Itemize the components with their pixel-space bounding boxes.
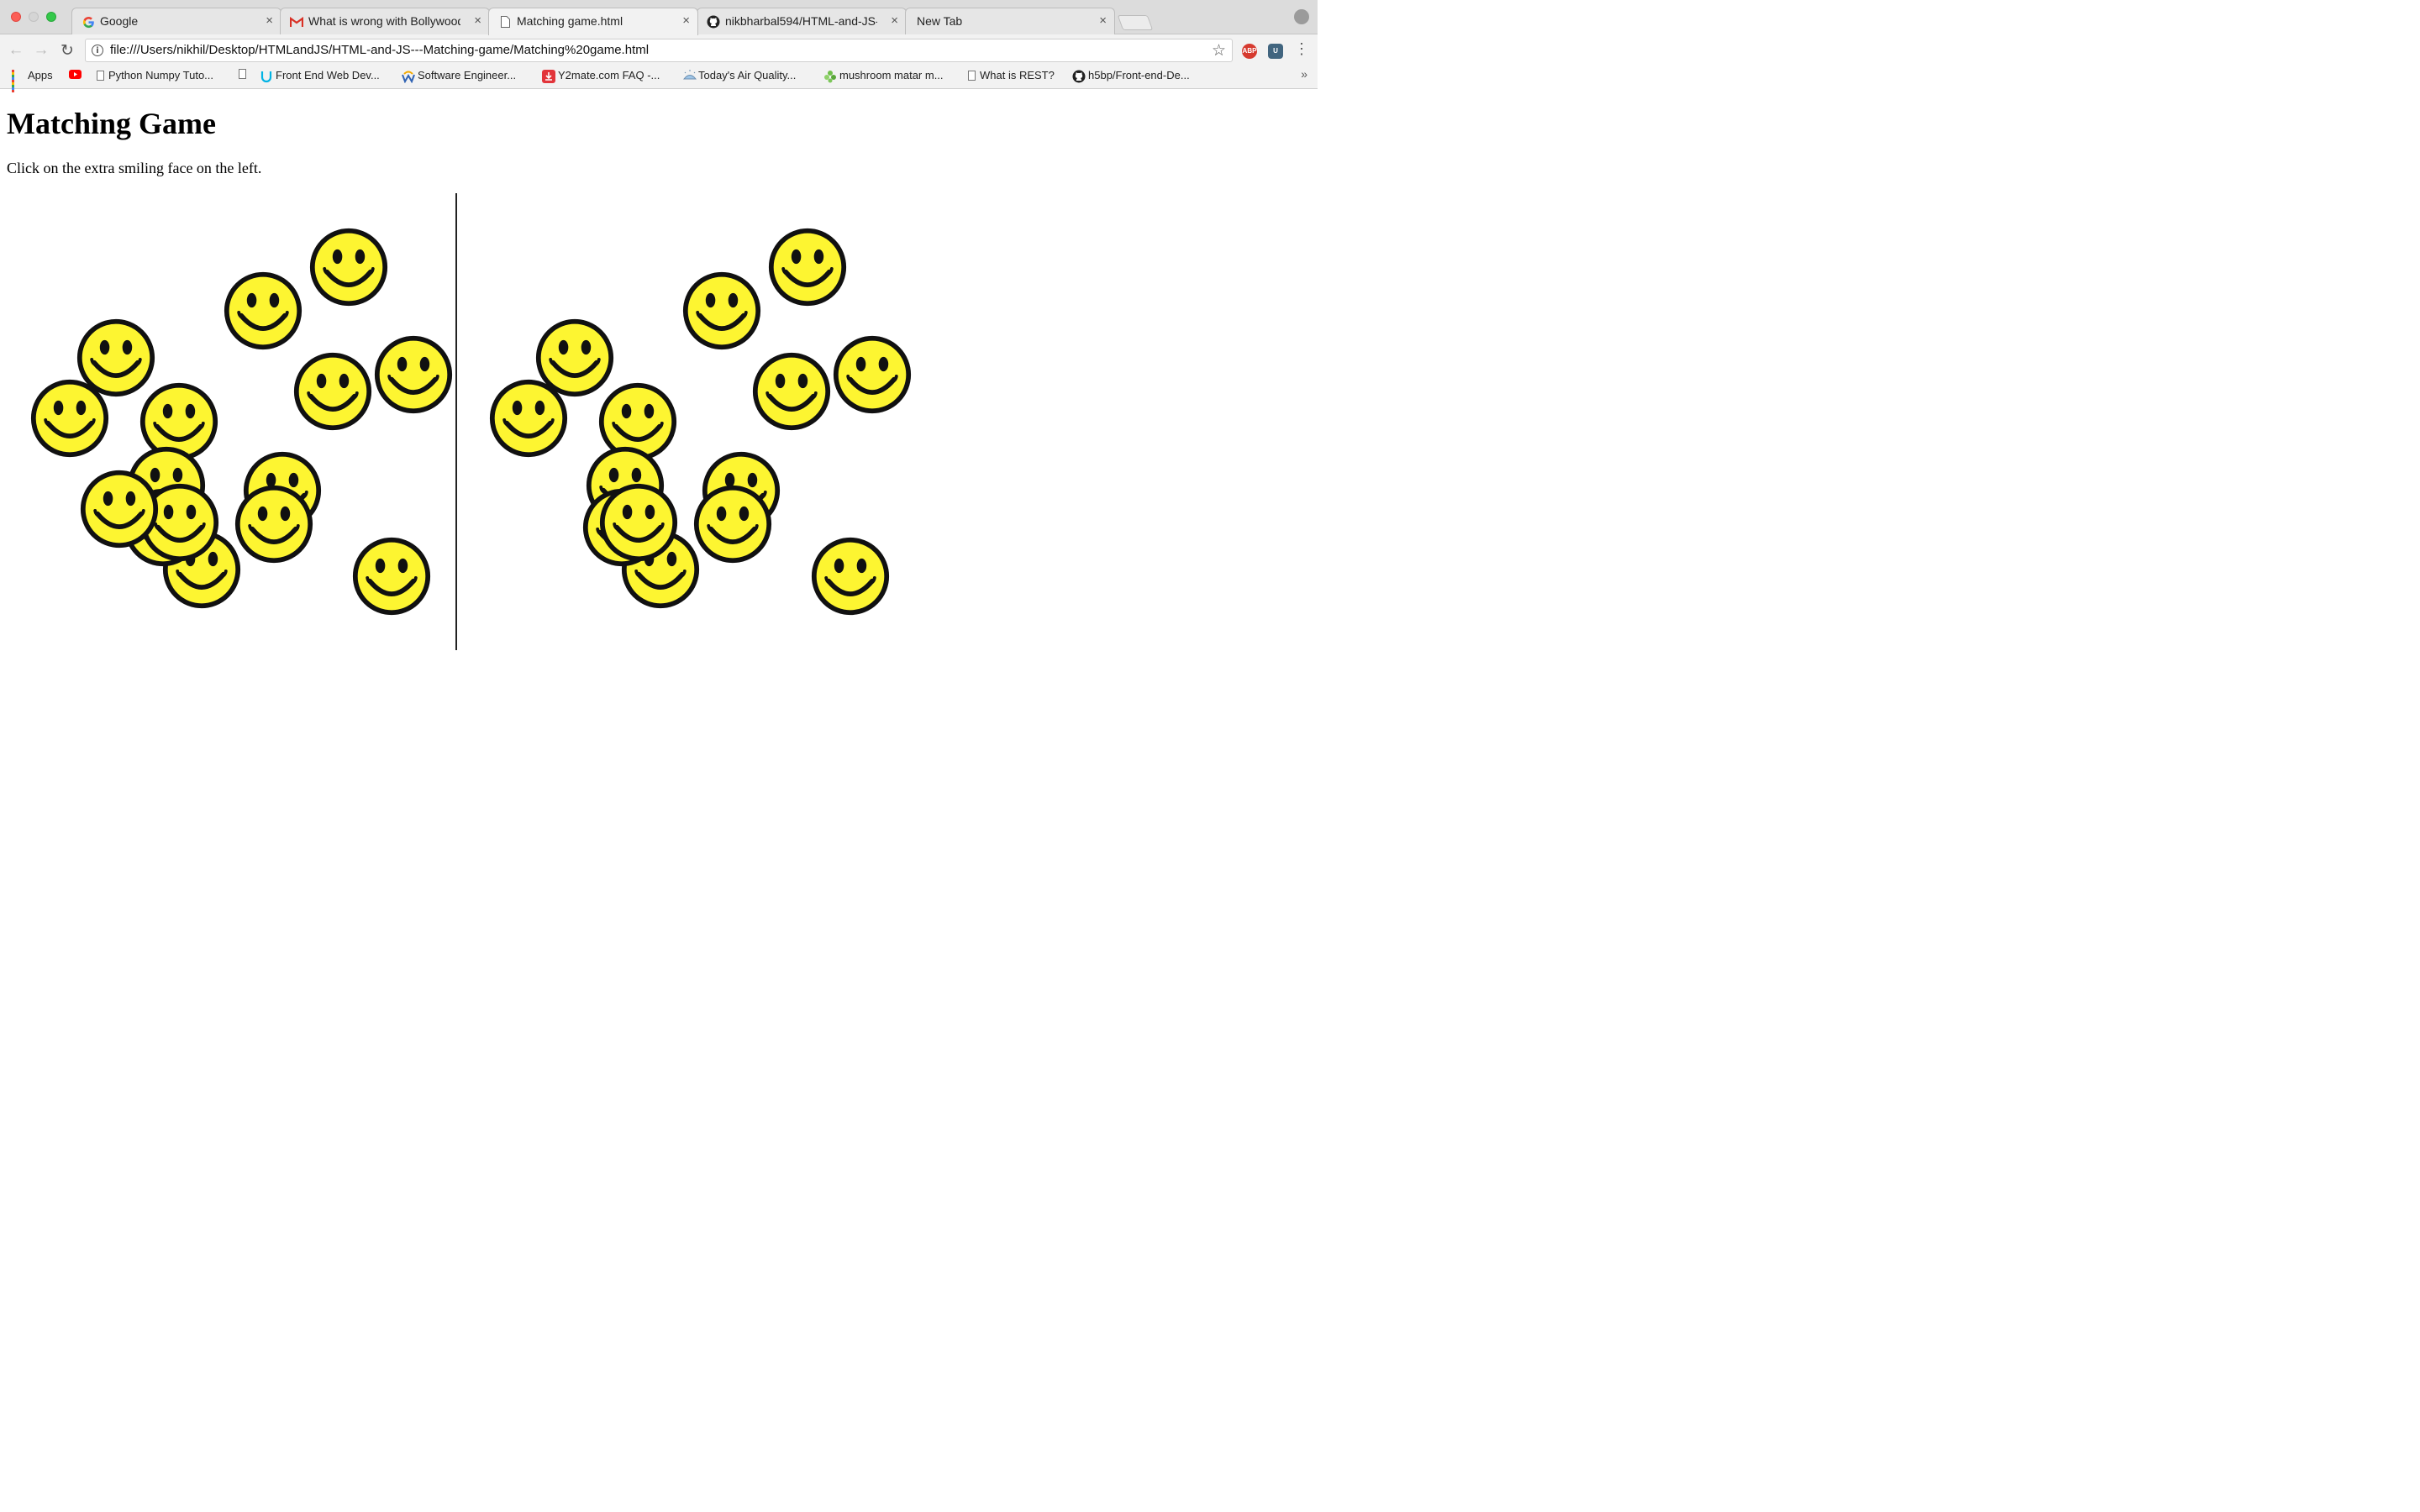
right-board xyxy=(459,193,916,650)
left-board[interactable] xyxy=(0,193,457,650)
smiley-face-icon xyxy=(751,351,832,432)
document-icon xyxy=(498,15,512,29)
bookmark-label: mushroom matar m... xyxy=(839,69,944,81)
w-icon xyxy=(402,70,415,83)
bookmark-label: Software Engineer... xyxy=(418,69,517,81)
smiley-face-icon xyxy=(832,334,913,415)
tab-gmail[interactable]: What is wrong with Bollywood? × xyxy=(280,8,490,34)
browser-menu-icon[interactable]: ⋮ xyxy=(1294,40,1309,58)
smiley-face-icon xyxy=(767,227,848,307)
smiley-face-icon xyxy=(692,484,773,564)
window-minimize-button[interactable] xyxy=(29,12,39,22)
tab-close-icon[interactable]: × xyxy=(682,13,690,28)
bookmark-label: Today's Air Quality... xyxy=(698,69,797,81)
tab-title: New Tab xyxy=(917,14,963,28)
site-info-icon[interactable]: i xyxy=(92,45,103,56)
tab-close-icon[interactable]: × xyxy=(266,13,273,28)
new-tab-button[interactable] xyxy=(1117,15,1154,30)
instructions-text: Click on the extra smiling face on the l… xyxy=(7,160,262,176)
smiley-face-icon xyxy=(351,536,432,617)
tab-strip: Google × What is wrong with Bollywood? ×… xyxy=(0,0,1318,35)
download-icon xyxy=(542,69,555,83)
bookmark-youtube[interactable] xyxy=(69,69,82,81)
back-arrow-icon[interactable]: ← xyxy=(7,41,25,60)
bookmark-blank-doc[interactable] xyxy=(239,69,246,79)
tab-close-icon[interactable]: × xyxy=(474,13,481,28)
document-icon xyxy=(239,69,246,79)
bookmark-front-end-web-dev[interactable]: Front End Web Dev... xyxy=(260,69,380,82)
tab-title: nikbharbal594/HTML-and-JS- xyxy=(725,14,877,28)
extra-smiley-face-icon[interactable] xyxy=(79,469,160,549)
udacity-icon xyxy=(260,70,272,82)
udacity-extension-icon[interactable]: U xyxy=(1268,44,1283,59)
bookmark-y2mate[interactable]: Y2mate.com FAQ -... xyxy=(542,69,660,83)
github-icon xyxy=(707,15,720,29)
address-bar-url[interactable]: file:///Users/nikhil/Desktop/HTMLandJS/H… xyxy=(110,43,649,57)
smiley-face-icon xyxy=(810,536,891,617)
smiley-face-icon xyxy=(488,378,569,459)
bookmark-software-engineer[interactable]: Software Engineer... xyxy=(402,69,517,83)
bookmark-mushroom-matar[interactable]: mushroom matar m... xyxy=(823,69,944,82)
smiley-face-icon xyxy=(234,484,314,564)
tab-title: Matching game.html xyxy=(517,14,623,28)
tab-title: Google xyxy=(100,14,139,28)
tab-close-icon[interactable]: × xyxy=(1099,13,1107,28)
google-g-icon xyxy=(82,15,95,29)
browser-toolbar: ← → ↻ i file:///Users/nikhil/Desktop/HTM… xyxy=(0,34,1318,66)
smiley-face-icon xyxy=(598,482,679,563)
smiley-face-icon xyxy=(29,378,110,459)
tab-close-icon[interactable]: × xyxy=(891,13,898,28)
document-icon xyxy=(97,70,104,81)
leaf-icon xyxy=(823,70,836,82)
bookmarks-overflow-icon[interactable]: » xyxy=(1301,67,1307,81)
document-icon xyxy=(968,70,976,81)
address-bar[interactable]: i file:///Users/nikhil/Desktop/HTMLandJS… xyxy=(85,39,1233,62)
apps-grid-icon xyxy=(12,69,24,92)
adblock-plus-icon[interactable]: ABP xyxy=(1242,44,1257,59)
gmail-m-icon xyxy=(290,15,303,29)
bookmark-label: Apps xyxy=(28,69,53,81)
window-close-button[interactable] xyxy=(11,12,21,22)
smiley-face-icon xyxy=(373,334,454,415)
bookmarks-bar: Apps Python Numpy Tuto... Front End Web … xyxy=(0,66,1318,92)
forward-arrow-icon[interactable]: → xyxy=(32,41,50,60)
bookmark-apps[interactable]: Apps xyxy=(12,69,53,92)
bookmark-label: What is REST? xyxy=(980,69,1055,81)
reload-icon[interactable]: ↻ xyxy=(58,41,76,60)
bookmark-label: Y2mate.com FAQ -... xyxy=(558,69,660,81)
tab-matching-game[interactable]: Matching game.html × xyxy=(488,8,698,35)
air-quality-icon xyxy=(682,69,697,81)
bookmark-label: Front End Web Dev... xyxy=(276,69,380,81)
bookmark-air-quality[interactable]: Today's Air Quality... xyxy=(682,69,796,81)
tab-new-tab[interactable]: New Tab × xyxy=(905,8,1115,34)
bookmark-python-numpy[interactable]: Python Numpy Tuto... xyxy=(97,69,213,81)
smiley-face-icon xyxy=(292,351,373,432)
bookmark-star-icon[interactable]: ☆ xyxy=(1212,41,1226,60)
bookmark-label: Python Numpy Tuto... xyxy=(108,69,214,81)
bookmark-what-is-rest[interactable]: What is REST? xyxy=(968,69,1055,81)
window-maximize-button[interactable] xyxy=(46,12,56,22)
bookmark-h5bp[interactable]: h5bp/Front-end-De... xyxy=(1072,69,1190,82)
tab-title: What is wrong with Bollywood? xyxy=(308,14,460,28)
smiley-face-icon xyxy=(223,270,303,351)
smiley-face-icon xyxy=(681,270,762,351)
youtube-icon xyxy=(69,69,82,81)
page-title: Matching Game xyxy=(7,107,216,140)
github-icon xyxy=(1072,70,1086,82)
bookmark-label: h5bp/Front-end-De... xyxy=(1088,69,1190,81)
tab-google[interactable]: Google × xyxy=(71,8,281,34)
tab-github[interactable]: nikbharbal594/HTML-and-JS- × xyxy=(697,8,907,34)
profile-avatar-icon[interactable] xyxy=(1294,9,1309,24)
smiley-face-icon xyxy=(308,227,389,307)
